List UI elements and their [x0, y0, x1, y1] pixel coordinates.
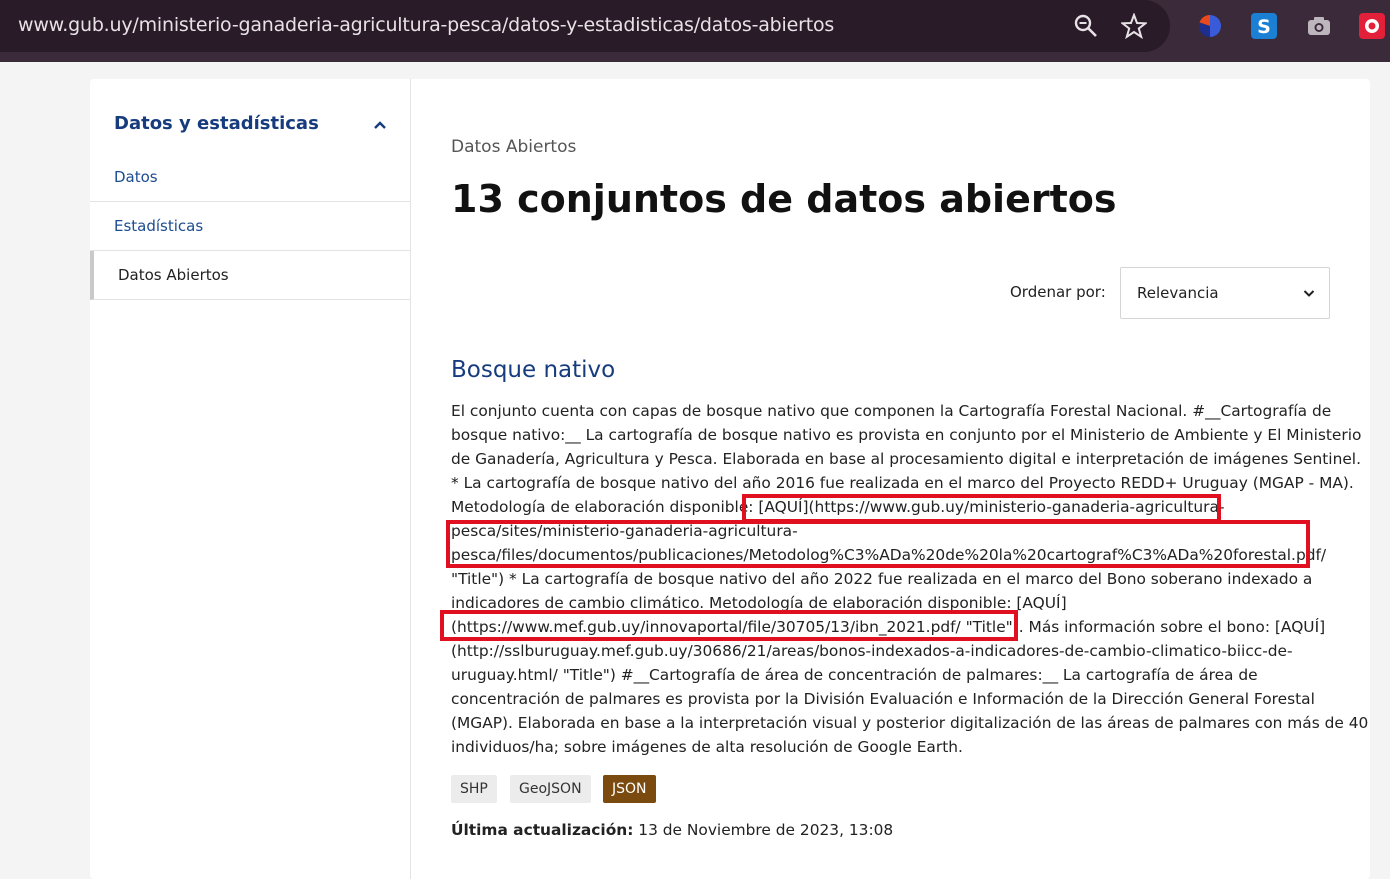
sidebar-item-datos-abiertos[interactable]: Datos Abiertos — [90, 251, 411, 300]
dataset-title[interactable]: Bosque nativo — [451, 357, 615, 383]
sidebar: Datos y estadísticas Datos Estadísticas … — [90, 79, 411, 879]
sort-label: Ordenar por: — [1010, 283, 1106, 301]
svg-text:S: S — [1257, 16, 1271, 38]
sort-selected-value: Relevancia — [1137, 284, 1219, 302]
page-title: 13 conjuntos de datos abiertos — [451, 177, 1117, 221]
sidebar-item-label[interactable]: Estadísticas — [114, 217, 203, 235]
sidebar-title[interactable]: Datos y estadísticas — [114, 113, 319, 134]
description-line: indicadores de cambio climático. Metodol… — [451, 594, 1067, 612]
format-tag-geojson[interactable]: GeoJSON — [510, 775, 591, 803]
url-text[interactable]: www.gub.uy/ministerio-ganaderia-agricult… — [18, 14, 834, 36]
star-icon[interactable] — [1121, 13, 1147, 39]
last-updated-value: 13 de Noviembre de 2023, 13:08 — [638, 821, 894, 839]
address-bar[interactable]: www.gub.uy/ministerio-ganaderia-agricult… — [0, 0, 1170, 52]
format-tag-json[interactable]: JSON — [603, 775, 656, 803]
description-line: "Title") * La cartografía de bosque nati… — [451, 570, 1313, 588]
sidebar-item-estadisticas[interactable]: Estadísticas — [90, 202, 411, 251]
extension-red-icon[interactable] — [1358, 12, 1386, 40]
description-line: pesca/files/documentos/publicaciones/Met… — [451, 546, 1327, 564]
last-updated: Última actualización: 13 de Noviembre de… — [451, 821, 893, 839]
sort-select[interactable]: Relevancia — [1120, 267, 1330, 319]
description-line: bosque nativo:__ La cartografía de bosqu… — [451, 426, 1362, 444]
description-line: (MGAP). Elaborada en base a la interpret… — [451, 714, 1369, 732]
extension-s-icon[interactable]: S — [1250, 12, 1278, 40]
breadcrumb: Datos Abiertos — [451, 137, 577, 157]
description-line: pesca/sites/ministerio-ganaderia-agricul… — [451, 522, 798, 540]
description-line: (http://sslburuguay.mef.gub.uy/30686/21/… — [451, 642, 1293, 660]
description-line: (https://www.mef.gub.uy/innovaportal/fil… — [451, 618, 1326, 636]
description-line: de Ganadería, Agricultura y Pesca. Elabo… — [451, 450, 1361, 468]
chevron-up-icon[interactable] — [372, 119, 388, 131]
description-line: El conjunto cuenta con capas de bosque n… — [451, 402, 1332, 420]
camera-icon[interactable] — [1305, 12, 1333, 40]
description-line: * La cartografía de bosque nativo del añ… — [451, 474, 1354, 492]
sidebar-item-label[interactable]: Datos — [114, 168, 158, 186]
browser-toolbar: www.gub.uy/ministerio-ganaderia-agricult… — [0, 0, 1390, 62]
content-card: Datos y estadísticas Datos Estadísticas … — [90, 79, 1370, 879]
chevron-down-icon — [1303, 290, 1315, 297]
extension-pie-icon[interactable] — [1196, 12, 1224, 40]
zoom-icon[interactable] — [1073, 13, 1099, 39]
description-line: Metodología de elaboración disponible: [… — [451, 498, 1225, 516]
dataset-description: El conjunto cuenta con capas de bosque n… — [451, 399, 1369, 759]
last-updated-label: Última actualización: — [451, 821, 634, 839]
format-tag-shp[interactable]: SHP — [451, 775, 497, 803]
description-line: individuos/ha; sobre imágenes de alta re… — [451, 738, 963, 756]
sidebar-item-label[interactable]: Datos Abiertos — [118, 266, 229, 284]
description-line: uruguay.html/ "Title") #__Cartografía de… — [451, 666, 1258, 684]
description-line: concentración de palmares es provista po… — [451, 690, 1315, 708]
sidebar-item-datos[interactable]: Datos — [90, 153, 411, 202]
